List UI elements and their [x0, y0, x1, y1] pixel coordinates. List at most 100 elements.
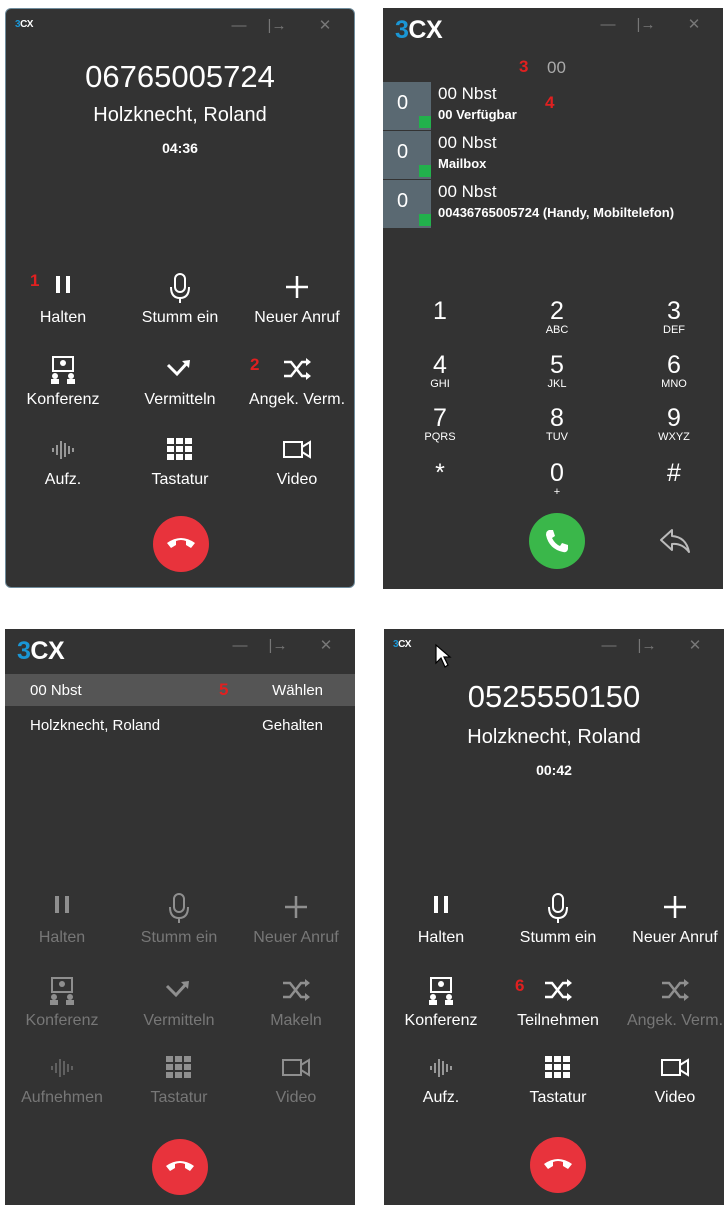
call-timer: 00:42 — [536, 762, 572, 778]
call-row-held[interactable]: Holzknecht, Roland Gehalten — [5, 709, 355, 741]
call-window-join: 3CX — |→ ✕ 0525550150 Holzknecht, Roland… — [384, 629, 724, 1205]
dial-key-hash[interactable]: # — [634, 460, 714, 486]
caller-name: Holzknecht, Roland — [467, 726, 641, 748]
keypad-button[interactable]: Tastatur — [503, 1051, 613, 1107]
record-button[interactable]: Aufz. — [386, 1051, 496, 1107]
3cx-logo: 3CX — [17, 637, 65, 665]
dock-button[interactable]: |→ — [266, 15, 288, 37]
conference-icon — [429, 977, 453, 1005]
attended-transfer-button[interactable]: Angek. Verm. — [242, 353, 352, 409]
close-button[interactable]: ✕ — [314, 15, 336, 37]
dock-button[interactable]: |→ — [636, 635, 658, 657]
dial-key-8[interactable]: 8 TUV — [517, 405, 597, 443]
transfer-button[interactable]: Vermitteln — [124, 974, 234, 1030]
keypad-button[interactable]: Tastatur — [125, 433, 235, 489]
hold-button[interactable]: Halten — [8, 271, 118, 327]
transfer-icon — [165, 981, 189, 998]
contact-result[interactable]: 0 00 Nbst Mailbox — [383, 131, 723, 179]
caller-name: Holzknecht, Roland — [93, 104, 267, 126]
record-button[interactable]: Aufnehmen — [7, 1051, 117, 1107]
video-camera-icon — [282, 1058, 310, 1077]
dial-key-9[interactable]: 9 WXYZ — [634, 405, 714, 443]
dial-key-6[interactable]: 6 MNO — [634, 352, 714, 390]
minimize-button[interactable]: — — [598, 635, 620, 657]
minimize-button[interactable]: — — [228, 15, 250, 37]
pause-icon — [55, 896, 69, 913]
hold-button[interactable]: Halten — [386, 891, 496, 947]
dial-input[interactable]: 00 — [547, 58, 566, 78]
microphone-icon — [170, 273, 190, 303]
call-list-window: 3CX — |→ ✕ 00 Nbst 5 Wählen Holzknecht, … — [5, 629, 355, 1205]
dial-key-3[interactable]: 3 DEF — [634, 298, 714, 336]
shuffle-icon — [283, 979, 310, 1001]
contact-result[interactable]: 0 00 Nbst 00 Verfügbar — [383, 82, 723, 130]
video-button[interactable]: Video — [620, 1051, 724, 1107]
transfer-button[interactable]: Vermitteln — [125, 353, 235, 409]
dock-button[interactable]: |→ — [635, 14, 657, 36]
contact-name: 00 Nbst — [438, 182, 497, 201]
conference-button[interactable]: Konferenz — [8, 353, 118, 409]
mouse-cursor-icon — [435, 643, 452, 668]
mute-button[interactable]: Stumm ein — [503, 891, 613, 947]
dial-key-0[interactable]: 0 + — [517, 460, 597, 498]
contact-status: 00 Verfügbar — [438, 107, 517, 122]
dock-button[interactable]: |→ — [267, 635, 289, 657]
plus-icon — [664, 896, 686, 918]
mute-button[interactable]: Stumm ein — [125, 271, 235, 327]
presence-indicator — [419, 165, 431, 177]
keypad-button[interactable]: Tastatur — [124, 1051, 234, 1107]
contact-status: 00436765005724 (Handy, Mobiltelefon) — [438, 205, 675, 220]
dial-key-5[interactable]: 5 JKL — [517, 352, 597, 390]
hangup-button[interactable] — [530, 1137, 586, 1193]
avatar: 0 — [383, 180, 431, 228]
conference-button[interactable]: Konferenz — [386, 974, 496, 1030]
new-call-button[interactable]: Neuer Anruf — [241, 891, 351, 947]
video-button[interactable]: Video — [241, 1051, 351, 1107]
presence-indicator — [419, 116, 431, 128]
join-button[interactable]: Teilnehmen — [503, 974, 613, 1030]
attended-transfer-button[interactable]: Angek. Verm. — [620, 974, 724, 1030]
contact-status: Mailbox — [438, 156, 487, 171]
call-row-status: Gehalten — [262, 717, 323, 734]
call-window-active: 3CX — |→ ✕ 06765005724 Holzknecht, Rolan… — [5, 8, 355, 588]
pause-icon — [56, 276, 70, 293]
new-call-button[interactable]: Neuer Anruf — [620, 891, 724, 947]
contact-result[interactable]: 0 00 Nbst 00436765005724 (Handy, Mobilte… — [383, 180, 723, 228]
shuffle-icon — [284, 358, 311, 380]
swap-button[interactable]: Makeln — [241, 974, 351, 1030]
transfer-icon — [166, 360, 190, 377]
contact-name: 00 Nbst — [438, 84, 497, 103]
dial-key-2[interactable]: 2 ABC — [517, 298, 597, 336]
dial-key-4[interactable]: 4 GHI — [400, 352, 480, 390]
video-camera-icon — [661, 1058, 689, 1077]
back-button[interactable] — [658, 526, 692, 556]
record-button[interactable]: Aufz. — [8, 433, 118, 489]
presence-indicator — [419, 214, 431, 226]
dial-key-star[interactable]: * — [400, 460, 480, 486]
call-row-dialing[interactable]: 00 Nbst 5 Wählen — [5, 674, 355, 706]
call-button[interactable] — [529, 513, 585, 569]
3cx-logo: 3CX — [15, 19, 33, 30]
new-call-button[interactable]: Neuer Anruf — [242, 271, 352, 327]
conference-button[interactable]: Konferenz — [7, 974, 117, 1030]
minimize-button[interactable]: — — [229, 635, 251, 657]
hangup-button[interactable] — [153, 516, 209, 572]
hangup-button[interactable] — [152, 1139, 208, 1195]
hold-button[interactable]: Halten — [7, 891, 117, 947]
waveform-icon — [430, 1059, 452, 1077]
minimize-button[interactable]: — — [597, 14, 619, 36]
close-button[interactable]: ✕ — [683, 14, 705, 36]
hangup-phone-icon — [166, 1161, 194, 1171]
close-button[interactable]: ✕ — [684, 635, 706, 657]
waveform-icon — [52, 441, 74, 459]
call-row-name: Holzknecht, Roland — [30, 717, 161, 734]
keypad-grid-icon — [167, 438, 192, 460]
title-bar: 3CX — |→ ✕ — [384, 629, 724, 669]
conference-icon — [50, 977, 74, 1005]
dial-key-7[interactable]: 7 PQRS — [400, 405, 480, 443]
dial-key-1[interactable]: 1 — [400, 298, 480, 324]
video-button[interactable]: Video — [242, 433, 352, 489]
close-button[interactable]: ✕ — [315, 635, 337, 657]
dialer-window: 3CX — |→ ✕ 3 00 4 0 00 Nbst 00 Verfügbar… — [383, 8, 723, 589]
mute-button[interactable]: Stumm ein — [124, 891, 234, 947]
